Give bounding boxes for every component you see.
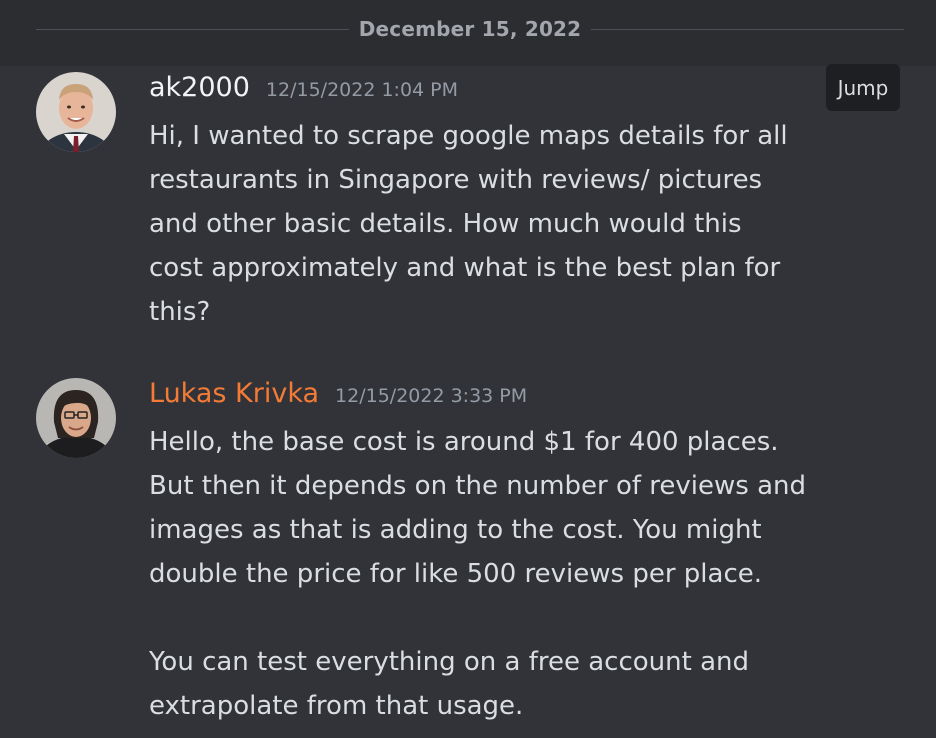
username[interactable]: Lukas Krivka	[149, 378, 319, 409]
message-line: double the price for like 500 reviews pe…	[149, 559, 762, 589]
timestamp[interactable]: 12/15/2022 3:33 PM	[335, 385, 527, 407]
chat-view: December 15, 2022 Jump ak2000 12/15/2022…	[0, 0, 936, 738]
divider-line-left	[36, 28, 349, 30]
message-line: and other basic details. How much would …	[149, 209, 742, 239]
message-line: You can test everything on a free accoun…	[149, 647, 749, 677]
divider-line-right	[591, 28, 904, 30]
date-divider-label: December 15, 2022	[358, 17, 582, 41]
avatar[interactable]	[36, 72, 116, 152]
avatar[interactable]	[36, 378, 116, 458]
message-line: restaurants in Singapore with reviews/ p…	[149, 165, 763, 195]
user-avatar-icon	[36, 378, 116, 458]
message-line: But then it depends on the number of rev…	[149, 471, 807, 501]
jump-button[interactable]: Jump	[826, 64, 900, 111]
date-divider: December 15, 2022	[36, 14, 904, 44]
username[interactable]: ak2000	[149, 72, 250, 103]
message-content: Hello, the base cost is around $1 for 40…	[149, 420, 849, 728]
message-line: cost approximately and what is the best …	[149, 253, 781, 283]
user-avatar-icon	[36, 72, 116, 152]
message-header: ak2000 12/15/2022 1:04 PM	[149, 72, 458, 103]
timestamp[interactable]: 12/15/2022 1:04 PM	[266, 79, 458, 101]
message-line: this?	[149, 297, 211, 327]
message-line: images as that is adding to the cost. Yo…	[149, 515, 762, 545]
message-header: Lukas Krivka 12/15/2022 3:33 PM	[149, 378, 527, 409]
message-line: extrapolate from that usage.	[149, 691, 524, 721]
message-content: Hi, I wanted to scrape google maps detai…	[149, 114, 849, 334]
message-line: Hi, I wanted to scrape google maps detai…	[149, 121, 788, 151]
message-line: Hello, the base cost is around $1 for 40…	[149, 427, 779, 457]
